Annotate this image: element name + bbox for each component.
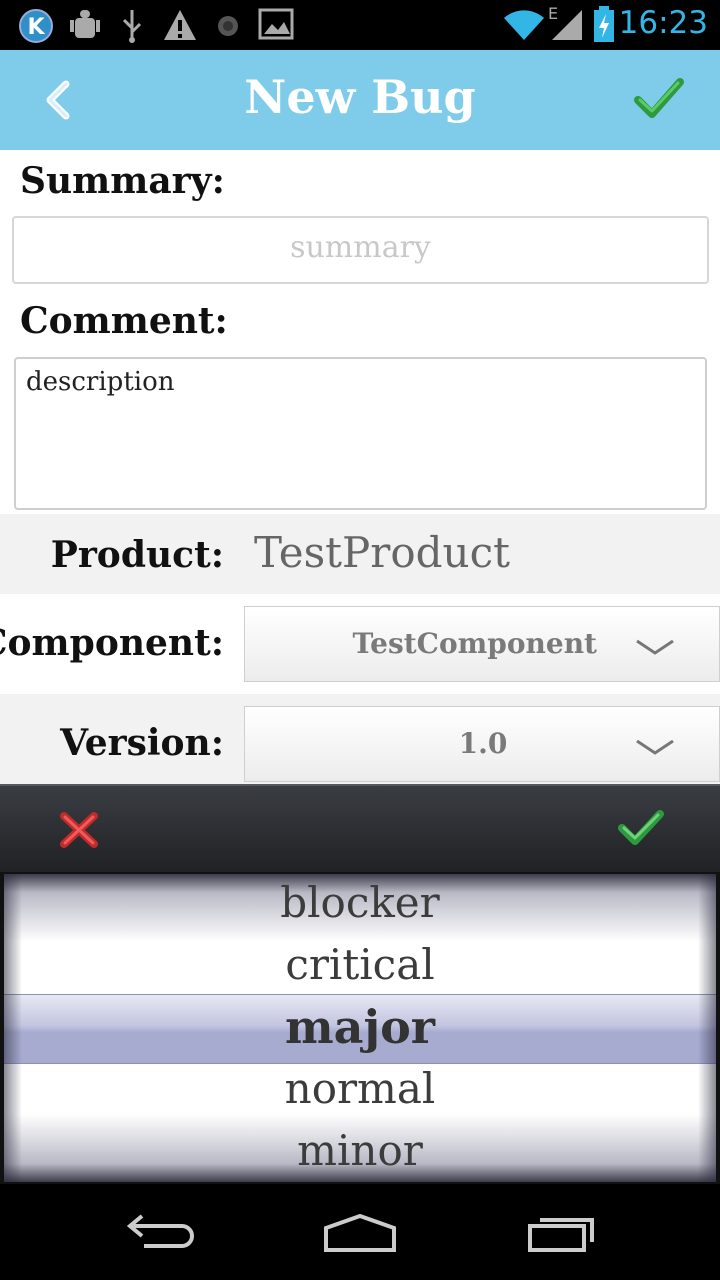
page-title: New Bug [244,70,476,124]
checkmark-icon[interactable] [634,76,684,122]
home-icon[interactable] [322,1210,398,1254]
severity-wheel[interactable]: blocker critical major normal minor [4,874,716,1182]
wheel-shadow-left [4,874,22,1182]
version-row: Version: 1.0 [0,694,720,784]
usb-icon [122,10,142,43]
component-value: TestComponent [352,627,597,660]
product-value: TestProduct [254,528,510,577]
picker-option-minor[interactable]: minor [4,1126,716,1175]
severity-picker: blocker critical major normal minor [0,872,720,1184]
version-label: Version: [60,722,224,764]
recent-apps-icon[interactable] [526,1210,598,1254]
comment-section: Comment: description [0,290,720,514]
checkmark-icon[interactable] [618,808,664,848]
svg-text:K: K [27,15,45,40]
summary-section: Summary: summary [0,150,720,290]
wheel-shadow-right [698,874,716,1182]
wifi-icon [504,10,544,40]
summary-input[interactable]: summary [12,216,709,284]
summary-label: Summary: [20,160,225,202]
image-icon [258,8,294,40]
component-spinner[interactable]: TestComponent [244,606,720,682]
chevron-down-icon [636,739,674,755]
comment-label: Comment: [20,300,228,342]
status-bar: K E 16:23 [0,0,720,50]
component-label: Component: [0,622,224,664]
warning-icon [164,10,196,40]
picker-option-blocker[interactable]: blocker [4,878,716,927]
picker-toolbar [0,784,720,874]
picker-option-normal[interactable]: normal [4,1064,716,1113]
comment-textarea[interactable]: description [14,357,707,510]
product-row: Product: TestProduct [0,514,720,594]
product-label: Product: [50,534,224,576]
close-icon[interactable] [58,810,100,850]
picker-option-major[interactable]: major [4,1000,716,1054]
signal-icon [552,10,582,40]
back-icon[interactable] [124,1210,196,1250]
status-time: 16:23 [618,5,708,41]
picker-option-critical[interactable]: critical [4,940,716,989]
chevron-down-icon [636,639,674,655]
android-debug-icon [70,10,100,38]
summary-placeholder: summary [290,230,431,265]
navigation-bar [0,1184,720,1280]
battery-charging-icon [594,6,614,42]
k-app-icon: K [19,9,53,43]
version-spinner[interactable]: 1.0 [244,706,720,782]
comment-text: description [26,367,175,397]
component-row: Component: TestComponent [0,594,720,694]
action-bar: New Bug [0,50,720,150]
record-icon [218,16,238,36]
